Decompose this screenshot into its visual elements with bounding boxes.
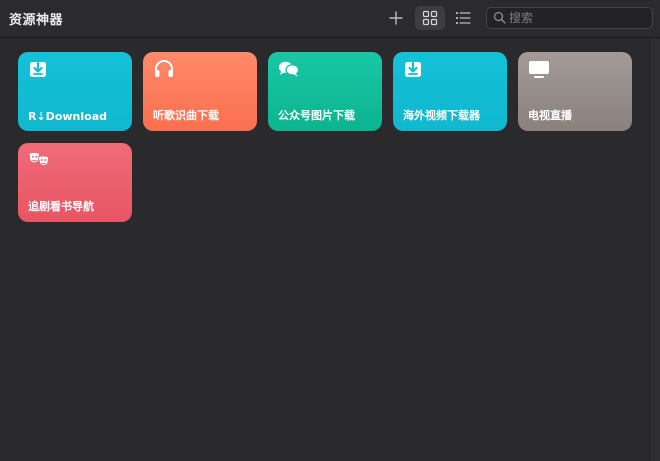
plus-icon — [389, 11, 403, 25]
grid-view-icon — [422, 10, 438, 26]
add-shortcut-button[interactable] — [381, 6, 411, 30]
search-input[interactable] — [509, 9, 647, 27]
download-box-icon — [405, 61, 421, 77]
shortcut-label: R⇣Download — [28, 110, 107, 123]
shortcut-tile-drama-book-nav[interactable]: 追剧看书导航 — [18, 143, 132, 222]
download-box-icon — [30, 61, 46, 77]
search-field[interactable] — [486, 7, 653, 29]
list-view-icon — [455, 11, 471, 25]
shortcut-label: 公众号图片下载 — [278, 109, 355, 122]
theater-masks-icon — [29, 152, 49, 166]
shortcut-tile-tv-live[interactable]: 电视直播 — [518, 52, 632, 131]
search-icon — [493, 11, 506, 24]
shortcut-label: 听歌识曲下载 — [153, 109, 219, 122]
shortcut-tile-wechat-image-download[interactable]: 公众号图片下载 — [268, 52, 382, 131]
title-bar: 资源神器 — [0, 0, 660, 38]
list-view-button[interactable] — [448, 6, 478, 30]
vertical-scrollbar[interactable] — [649, 39, 660, 461]
tv-icon — [529, 61, 549, 78]
app-window: 资源神器 搜索 R⇣Download 听歌识曲下载 公众号图片下载 海外视频下载… — [0, 0, 660, 461]
shortcut-tile-song-id-download[interactable]: 听歌识曲下载 — [143, 52, 257, 131]
shortcut-label: 追剧看书导航 — [28, 200, 94, 213]
shortcut-tile-rdownload[interactable]: R⇣Download — [18, 52, 132, 131]
shortcut-label: 电视直播 — [528, 109, 572, 122]
headphones-icon — [155, 60, 173, 77]
window-title: 资源神器 — [9, 13, 64, 28]
shortcut-label: 海外视频下载器 — [403, 109, 480, 122]
chat-bubbles-icon — [278, 61, 300, 77]
grid-view-button[interactable] — [415, 6, 445, 30]
shortcut-tile-overseas-video-downloader[interactable]: 海外视频下载器 — [393, 52, 507, 131]
